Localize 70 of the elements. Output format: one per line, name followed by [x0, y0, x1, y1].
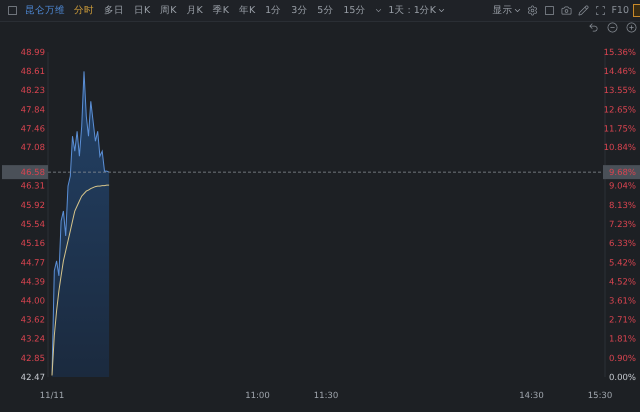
percent-axis-label: 4.52%	[608, 277, 636, 288]
price-axis-label: 47.08	[20, 143, 45, 154]
time-axis-label: 11:30	[314, 391, 338, 401]
price-axis-label: 47.84	[20, 105, 45, 116]
price-axis-label: 45.92	[20, 201, 45, 212]
percent-axis-label: 9.04%	[608, 182, 636, 192]
price-axis-label: 44.77	[20, 258, 45, 268]
crosshair-percent-label: 9.68%	[603, 165, 640, 180]
price-axis-label: 45.16	[20, 238, 45, 249]
settings-icon[interactable]	[527, 5, 538, 16]
period-select[interactable]: 1天 : 1分K	[386, 4, 448, 17]
price-axis-label: 47.46	[20, 124, 45, 134]
price-axis-label: 48.61	[20, 66, 45, 77]
period-tab[interactable]: 多日	[100, 4, 128, 17]
price-axis-label: 42.85	[20, 354, 45, 364]
stock-name[interactable]: 昆仑万维	[25, 4, 65, 17]
percent-axis-label: 14.46%	[604, 66, 636, 77]
percent-axis-label: 6.33%	[608, 238, 636, 249]
percent-axis-label: 5.42%	[608, 258, 636, 268]
expand-icon[interactable]	[595, 5, 606, 16]
period-tab[interactable]: 分时	[70, 4, 98, 17]
period-tab[interactable]: 3分	[287, 4, 312, 17]
price-axis-label: 46.31	[20, 182, 45, 192]
time-axis-label: 11/11	[40, 391, 64, 401]
price-axis-label: 42.47	[20, 373, 45, 383]
percent-axis-label: 2.71%	[608, 316, 636, 326]
percent-axis-label: 12.65%	[604, 105, 636, 116]
period-tab[interactable]: 1分	[261, 4, 286, 17]
percent-axis-label: 1.81%	[608, 334, 636, 345]
percent-axis-label: 0.90%	[608, 354, 636, 364]
price-axis-label: 43.24	[20, 334, 45, 345]
time-axis-label: 14:30	[519, 391, 544, 401]
percent-axis-label: 11.75%	[604, 124, 636, 134]
percent-axis-label: 0.00%	[608, 373, 636, 383]
percent-axis-label: 8.13%	[608, 201, 636, 212]
crosshair-price-label: 46.58	[2, 165, 48, 180]
period-tab[interactable]: 5分	[313, 4, 338, 17]
price-axis-label: 48.23	[20, 86, 45, 96]
period-tab[interactable]: 周K	[156, 4, 180, 17]
zoom-in-icon[interactable]	[626, 22, 637, 33]
display-menu[interactable]: 显示	[490, 4, 524, 17]
time-axis-label: 11:00	[245, 391, 270, 401]
price-axis-label: 44.00	[20, 296, 45, 307]
checkbox-icon[interactable]	[7, 5, 18, 16]
camera-icon[interactable]	[561, 5, 572, 16]
zoom-out-icon[interactable]	[607, 22, 618, 33]
period-tab[interactable]: 15分	[339, 4, 370, 17]
ref-line-label: 46.58	[20, 168, 45, 178]
price-axis-label: 45.54	[20, 220, 45, 230]
f10-button[interactable]: F10	[609, 5, 631, 16]
square-icon[interactable]	[544, 5, 556, 16]
price-axis-label: 48.99	[20, 48, 45, 58]
panel-icon[interactable]	[633, 4, 640, 17]
undo-icon[interactable]	[588, 22, 599, 33]
percent-axis-label: 13.55%	[604, 86, 636, 96]
period-tab[interactable]: 日K	[130, 4, 154, 17]
caret-icon	[513, 6, 522, 15]
percent-axis-label: 10.84%	[604, 143, 636, 154]
period-tab[interactable]: 年K	[234, 4, 260, 17]
period-tab[interactable]: 季K	[208, 4, 233, 17]
period-tab[interactable]: 月K	[182, 4, 207, 17]
caret-icon	[436, 6, 446, 15]
percent-axis-label: 3.61%	[608, 296, 636, 307]
pencil-icon[interactable]	[578, 5, 590, 16]
price-axis-label: 44.39	[20, 277, 45, 288]
time-axis-label: 15:30	[588, 391, 612, 401]
percent-axis-label: 7.23%	[608, 220, 636, 230]
caret-icon[interactable]	[374, 6, 384, 15]
percent-axis-label: 15.36%	[604, 48, 636, 58]
price-axis-label: 43.62	[20, 316, 45, 326]
